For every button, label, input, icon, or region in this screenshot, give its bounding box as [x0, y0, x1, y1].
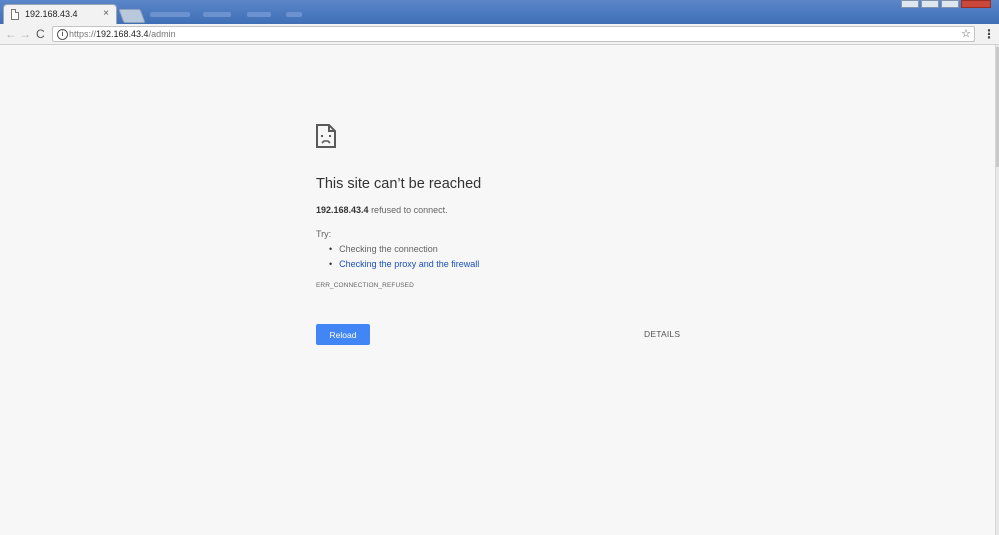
forward-arrow-icon[interactable]: →	[19, 27, 31, 41]
window-close-button[interactable]	[961, 0, 991, 8]
url-host: 192.168.43.4	[96, 29, 149, 39]
error-message: 192.168.43.4 refused to connect.	[316, 205, 448, 215]
background-tab	[286, 12, 302, 17]
menu-icon[interactable]: ⋮	[983, 27, 995, 41]
tab-title: 192.168.43.4	[25, 9, 78, 19]
background-tab	[203, 12, 231, 17]
error-message-text: refused to connect.	[368, 205, 448, 215]
error-host: 192.168.43.4	[316, 205, 369, 215]
minimize-button[interactable]	[921, 0, 939, 8]
suggestion-item[interactable]: Checking the proxy and the firewall	[329, 259, 479, 269]
maximize-button[interactable]	[941, 0, 959, 8]
info-icon[interactable]: i	[57, 29, 68, 40]
background-tab	[247, 12, 271, 17]
url-scheme: https://	[69, 29, 97, 39]
url-text[interactable]: https://192.168.43.4/admin	[69, 29, 176, 39]
reload-button[interactable]: Reload	[316, 324, 370, 345]
address-bar[interactable]: i https://192.168.43.4/admin ☆	[52, 26, 975, 42]
background-tab	[150, 12, 190, 17]
suggestion-text: Checking the connection	[339, 244, 438, 254]
try-label: Try:	[316, 229, 332, 239]
url-path: /admin	[148, 29, 176, 39]
title-bar: 192.168.43.4 ×	[0, 0, 999, 24]
browser-tab[interactable]: 192.168.43.4 ×	[3, 4, 117, 24]
page-icon	[11, 9, 19, 20]
proxy-firewall-link[interactable]: Checking the proxy and the firewall	[339, 259, 479, 269]
back-arrow-icon[interactable]: ←	[5, 27, 17, 41]
error-title: This site can’t be reached	[316, 176, 482, 192]
window-controls	[901, 0, 991, 8]
browser-toolbar: ← → C i https://192.168.43.4/admin ☆ ⋮	[0, 24, 999, 45]
details-button[interactable]: DETAILS	[644, 329, 680, 339]
suggestion-item: Checking the connection	[329, 244, 438, 254]
page-content	[0, 45, 999, 535]
sad-page-icon	[316, 124, 336, 148]
bookmark-star-icon[interactable]: ☆	[961, 27, 971, 40]
new-tab-button[interactable]	[118, 9, 146, 23]
user-icon[interactable]	[901, 0, 919, 8]
reload-icon[interactable]: C	[36, 27, 45, 41]
error-code: ERR_CONNECTION_REFUSED	[316, 282, 414, 289]
close-icon[interactable]: ×	[103, 8, 109, 20]
